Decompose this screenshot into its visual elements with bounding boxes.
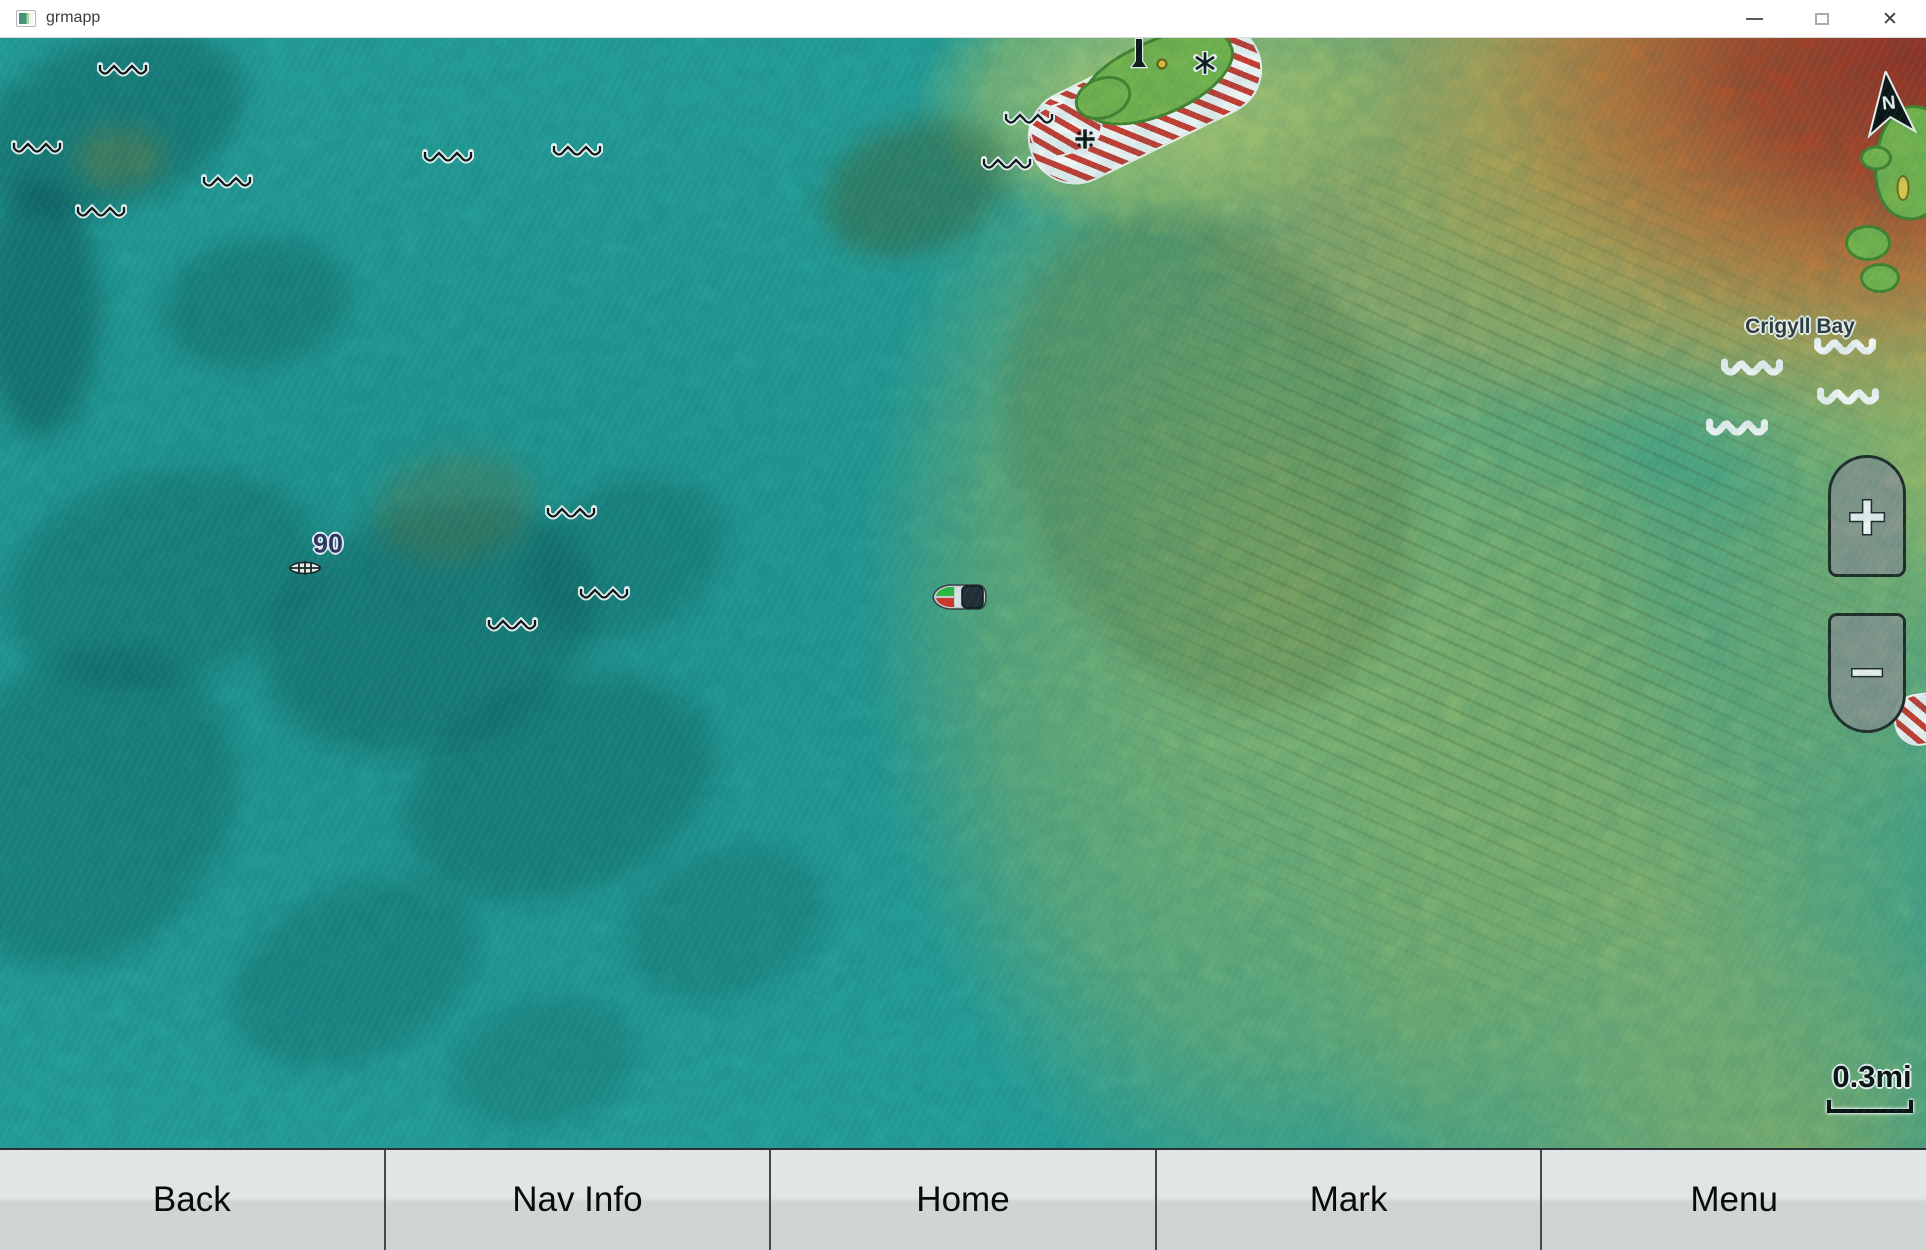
- intertidal-stripe-area: [1023, 92, 1109, 164]
- terrain-shading: [367, 440, 544, 576]
- rocky-area-symbol: [9, 140, 65, 156]
- plus-icon: +: [1848, 483, 1887, 549]
- app-window-icon: [16, 10, 36, 27]
- rocky-area-symbol: [1706, 418, 1768, 438]
- terrain-shading: [0, 38, 271, 251]
- minimize-button[interactable]: [1720, 0, 1788, 38]
- rocky-area-symbol: [1817, 387, 1879, 407]
- terrain-shading: [601, 817, 850, 1030]
- own-vessel-icon: [928, 578, 990, 616]
- terrain-shading: [374, 635, 747, 942]
- back-button[interactable]: Back: [0, 1150, 384, 1250]
- nav-info-button-label: Nav Info: [512, 1180, 642, 1220]
- rocky-area-symbol: [1001, 111, 1057, 127]
- nav-info-button[interactable]: Nav Info: [384, 1150, 770, 1250]
- window-title: grmapp: [46, 9, 100, 27]
- beacon-icon: [1128, 38, 1150, 73]
- softkey-toolbar: Back Nav Info Home Mark Menu: [0, 1148, 1926, 1250]
- home-button-label: Home: [916, 1180, 1009, 1220]
- wreck-icon: [287, 559, 323, 577]
- chart-map[interactable]: Crigyll Bay 90 N + − 0.3mi: [0, 38, 1926, 1148]
- rocky-area-symbol: [484, 617, 540, 633]
- terrain-shading: [803, 94, 1026, 281]
- north-letter: N: [1881, 92, 1897, 114]
- mark-button[interactable]: Mark: [1155, 1150, 1541, 1250]
- island-shape: [1867, 101, 1926, 226]
- terrain-shading: [0, 435, 342, 721]
- terrain-shading: [201, 841, 508, 1105]
- home-button[interactable]: Home: [769, 1150, 1155, 1250]
- rock-plus-icon: [1073, 127, 1097, 151]
- rocky-area-symbol: [543, 505, 599, 521]
- close-button[interactable]: ✕: [1856, 0, 1924, 38]
- sand-patch: [1897, 175, 1910, 201]
- scale-bar: [1827, 1100, 1913, 1113]
- depth-label: 90: [313, 529, 343, 560]
- close-icon: ✕: [1882, 10, 1898, 29]
- rocky-area-symbol: [199, 174, 255, 190]
- titlebar: grmapp ✕: [0, 0, 1926, 38]
- rocky-area-symbol: [576, 586, 632, 602]
- scale-label: 0.3mi: [1832, 1059, 1911, 1095]
- back-button-label: Back: [153, 1180, 231, 1220]
- place-label: Crigyll Bay: [1745, 315, 1855, 339]
- rocky-area-symbol: [979, 156, 1035, 172]
- terrain-shading: [0, 588, 297, 1027]
- island-shape: [1860, 263, 1900, 293]
- menu-button[interactable]: Menu: [1540, 1150, 1926, 1250]
- terrain-shading: [436, 976, 653, 1148]
- island-shape: [1069, 38, 1248, 148]
- rocky-area-symbol: [1721, 358, 1783, 378]
- intertidal-stripe-area: [1012, 38, 1278, 200]
- island-shape: [1069, 68, 1138, 127]
- terrain-shading: [150, 222, 360, 383]
- zoom-in-button[interactable]: +: [1828, 455, 1906, 577]
- minimize-icon: [1746, 18, 1763, 20]
- north-arrow-icon: N: [1860, 68, 1919, 139]
- sonar-scanline-texture: [0, 38, 1926, 1148]
- rock-asterisk-icon: [1193, 51, 1217, 75]
- maximize-button[interactable]: [1788, 0, 1856, 38]
- terrain-shading: [229, 457, 631, 799]
- mark-button-label: Mark: [1310, 1180, 1388, 1220]
- minus-icon: −: [1850, 644, 1884, 702]
- rocky-area-symbol: [1814, 337, 1876, 357]
- zoom-out-button[interactable]: −: [1828, 613, 1906, 733]
- rocky-area-symbol: [73, 204, 129, 220]
- ridge-texture: [960, 138, 1926, 1148]
- maximize-icon: [1815, 13, 1829, 25]
- terrain-shading: [928, 142, 1492, 774]
- terrain-shading: [0, 178, 100, 438]
- terrain-shading: [498, 446, 752, 671]
- terrain-noise-texture: [0, 38, 1926, 1148]
- island-shape: [1845, 225, 1891, 261]
- terrain-shading: [75, 128, 165, 188]
- menu-button-label: Menu: [1690, 1180, 1778, 1220]
- rocky-area-symbol: [549, 143, 605, 159]
- rocky-area-symbol: [95, 62, 151, 78]
- buoy-icon: [1157, 59, 1168, 70]
- window-controls: ✕: [1720, 0, 1924, 38]
- rocky-area-symbol: [420, 149, 476, 165]
- island-shape: [1860, 146, 1892, 171]
